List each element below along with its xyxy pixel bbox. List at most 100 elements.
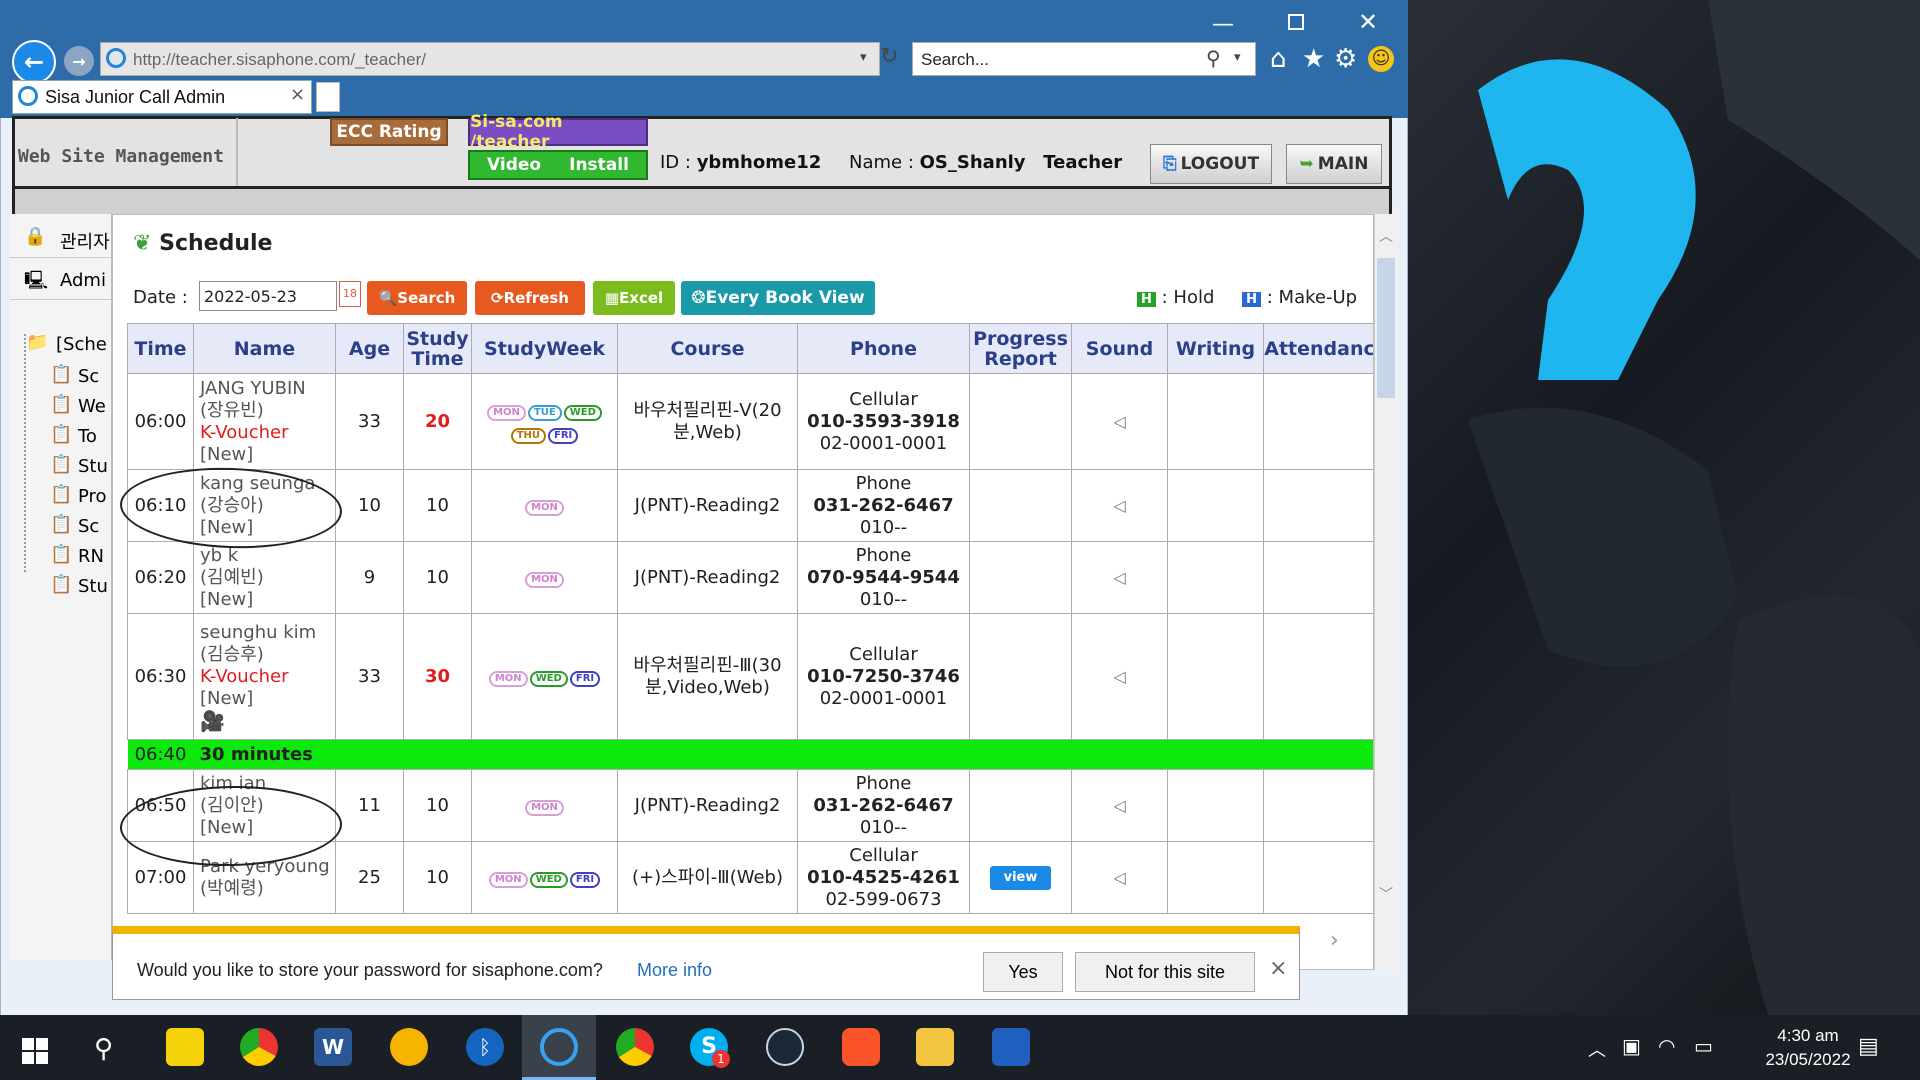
minimize-icon[interactable]: —: [1212, 12, 1234, 37]
vertical-scrollbar[interactable]: ︿ ﹀: [1374, 214, 1398, 970]
scroll-up-icon[interactable]: ︿: [1379, 226, 1393, 246]
more-info-link[interactable]: More info: [637, 960, 712, 981]
maximize-icon[interactable]: [1288, 14, 1304, 30]
favorites-star-icon[interactable]: ★: [1302, 44, 1325, 74]
calendar-icon[interactable]: 18: [339, 281, 361, 307]
phone-type: Phone: [855, 772, 912, 794]
tree-item[interactable]: Sc: [78, 516, 99, 537]
home-icon[interactable]: ⌂: [1270, 44, 1287, 74]
day-badge: MON: [525, 572, 564, 588]
excel-button[interactable]: ▦ Excel: [593, 281, 675, 315]
cell-name[interactable]: yb k (김예빈) [New]: [193, 541, 336, 614]
browser-tab[interactable]: Sisa Junior Call Admin: [12, 80, 312, 114]
tree-item[interactable]: We: [78, 396, 106, 417]
day-badge: MON: [487, 404, 526, 421]
every-book-view-button[interactable]: ❂ Every Book View: [681, 281, 875, 315]
wifi-icon[interactable]: ◠: [1658, 1034, 1675, 1058]
speaker-icon[interactable]: ◁: [1113, 412, 1125, 431]
back-button[interactable]: ←: [12, 40, 56, 84]
cell-time: 06:00: [127, 373, 194, 470]
col-sound: Sound: [1071, 323, 1168, 374]
speaker-icon[interactable]: ◁: [1113, 568, 1125, 587]
cell-name[interactable]: JANG YUBIN (장유빈) K-Voucher [New]: [193, 373, 336, 470]
cell-phone: Phone 031-262-6467 010--: [797, 769, 970, 842]
search-dropdown-icon[interactable]: ▾: [1234, 50, 1241, 65]
windows-start-icon[interactable]: [22, 1038, 48, 1064]
tree-item[interactable]: Stu: [78, 576, 108, 597]
speaker-icon[interactable]: ◁: [1113, 796, 1125, 815]
phone-number-2: 010--: [859, 588, 908, 610]
sticky-notes-icon[interactable]: [166, 1028, 204, 1066]
leaf-icon: ❦: [133, 231, 152, 256]
smiley-feedback-icon[interactable]: ☺: [1368, 46, 1394, 72]
every-book-btn-label: Every Book View: [705, 288, 865, 308]
chrome-profile-icon[interactable]: [616, 1028, 654, 1066]
excel-btn-label: Excel: [619, 289, 664, 307]
browser-search-box[interactable]: Search...: [912, 42, 1256, 76]
table-row[interactable]: 06:30 seunghu kim (김승후) K-Voucher [New] 🎥 33 30…: [127, 613, 1373, 740]
search-icon[interactable]: ⚲: [1206, 46, 1221, 70]
table-row[interactable]: 07:00 Park yeryoung (박예령) 25 10 MON WED FRI (+)스…: [127, 841, 1373, 914]
col-time: Time: [127, 323, 194, 374]
view-button[interactable]: view: [989, 866, 1052, 890]
table-row[interactable]: 06:20 yb k (김예빈) [New] 9 10 MON J(PNT)-Reading2…: [127, 541, 1373, 614]
tree-item[interactable]: Sc: [78, 366, 99, 387]
address-bar[interactable]: http://teacher.sisaphone.com/_teacher/: [100, 42, 880, 76]
cell-study-time: 10: [403, 541, 472, 614]
refresh-icon[interactable]: ↻: [880, 44, 898, 69]
search-button[interactable]: 🔍 Search: [367, 281, 467, 315]
battery-icon[interactable]: ▭: [1694, 1034, 1713, 1058]
taskbar-clock[interactable]: 4:30 am 23/05/2022: [1748, 1026, 1868, 1070]
close-bar-icon[interactable]: ×: [1269, 956, 1287, 981]
col-phone: Phone: [797, 323, 970, 374]
tree-item[interactable]: To: [78, 426, 97, 447]
sidebar-item-admin[interactable]: 🖳 Admi: [10, 260, 111, 300]
tree-root[interactable]: [Sche: [56, 334, 107, 355]
tab-close-icon[interactable]: ×: [290, 84, 305, 105]
norton-icon[interactable]: [390, 1028, 428, 1066]
ecc-rating-button[interactable]: ECC Rating: [330, 118, 448, 146]
address-dropdown-icon[interactable]: ▾: [860, 50, 867, 65]
tray-app-icon[interactable]: ▣: [1622, 1034, 1641, 1058]
refresh-button[interactable]: ⟳ Refresh: [475, 281, 585, 315]
logout-icon: ⎘: [1162, 154, 1177, 174]
clipboard-icon: 📋: [50, 424, 73, 445]
scroll-thumb[interactable]: [1377, 258, 1395, 398]
steam-icon[interactable]: [766, 1028, 804, 1066]
file-explorer-icon[interactable]: [916, 1028, 954, 1066]
chevron-up-icon[interactable]: ︿: [1588, 1036, 1606, 1062]
word-icon[interactable]: W: [314, 1028, 352, 1066]
tree-item[interactable]: Pro: [78, 486, 107, 507]
video-install-button[interactable]: Video Install: [468, 150, 648, 180]
search-taskbar-icon[interactable]: ⚲: [94, 1034, 113, 1064]
scroll-down-icon[interactable]: ﹀: [1379, 884, 1393, 904]
tree-item[interactable]: RN: [78, 546, 104, 567]
sisa-teacher-link[interactable]: Si-sa.com /teacher: [468, 112, 648, 152]
forward-button[interactable]: →: [64, 46, 94, 76]
cell-writing: [1167, 373, 1264, 470]
sidebar-item-admin-kr[interactable]: 🔒 관리자: [10, 218, 111, 258]
new-tab-button[interactable]: [316, 82, 340, 112]
main-button[interactable]: ➥ MAIN: [1286, 144, 1382, 184]
speaker-icon[interactable]: ◁: [1113, 496, 1125, 515]
logout-button[interactable]: ⎘ LOGOUT: [1150, 144, 1272, 184]
speaker-icon[interactable]: ◁: [1113, 667, 1125, 686]
bluetooth-icon[interactable]: ᛒ: [466, 1028, 504, 1066]
scroll-right-icon[interactable]: ›: [1330, 928, 1339, 953]
brave-icon[interactable]: [842, 1028, 880, 1066]
search-placeholder: Search...: [921, 50, 990, 69]
vpn-shield-icon[interactable]: [992, 1028, 1030, 1066]
speaker-icon[interactable]: ◁: [1113, 868, 1125, 887]
date-input[interactable]: 2022-05-23: [199, 281, 337, 311]
close-window-icon[interactable]: ✕: [1358, 8, 1378, 36]
ie-icon[interactable]: [540, 1028, 578, 1066]
yes-button[interactable]: Yes: [983, 952, 1063, 992]
not-for-this-site-button[interactable]: Not for this site: [1075, 952, 1255, 992]
table-row[interactable]: 06:00 JANG YUBIN (장유빈) K-Voucher [New] 33 20 MO…: [127, 373, 1373, 470]
gear-icon[interactable]: ⚙: [1334, 44, 1357, 74]
chrome-icon[interactable]: [240, 1028, 278, 1066]
cell-course: 바우처필리핀-Ⅲ(30분,Video,Web): [617, 613, 798, 740]
notification-icon[interactable]: ▤: [1858, 1034, 1879, 1059]
tree-item[interactable]: Stu: [78, 456, 108, 477]
cell-name[interactable]: seunghu kim (김승후) K-Voucher [New] 🎥: [193, 613, 336, 740]
